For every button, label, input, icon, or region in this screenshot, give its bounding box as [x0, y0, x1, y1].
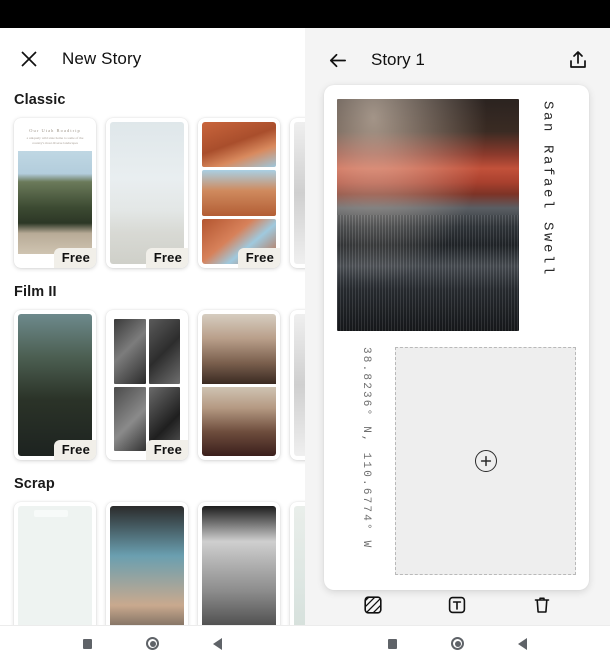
story-top-block: San Rafael Swell: [337, 99, 576, 331]
template-photo: [202, 506, 276, 625]
template-photo: [294, 506, 305, 625]
story-editor-toolbar: [305, 585, 610, 625]
template-picker-header: New Story: [0, 28, 305, 90]
story-editor-header: Story 1: [305, 28, 610, 92]
page-title: New Story: [62, 49, 142, 68]
template-photo: [202, 386, 276, 456]
close-icon[interactable]: [12, 42, 46, 76]
template-header-subtitle: a uniquely wild state home to some of th…: [26, 136, 84, 146]
story-coordinates-wrap: 38.8236° N, 110.6774° W: [337, 347, 395, 575]
template-preview: [294, 506, 305, 625]
trash-icon[interactable]: [525, 588, 559, 622]
template-card-classic-2[interactable]: Free: [106, 118, 188, 268]
template-card-film2-3[interactable]: [198, 310, 280, 460]
free-badge: Free: [145, 440, 188, 460]
story-photo[interactable]: [337, 99, 519, 331]
recents-square-icon[interactable]: [388, 638, 397, 649]
template-picker-panel: New Story Classic Our Utah Roadtrip a un…: [0, 28, 305, 625]
free-badge: Free: [145, 248, 188, 268]
recents-square-icon[interactable]: [83, 638, 92, 649]
back-triangle-icon[interactable]: [213, 637, 222, 650]
story-place-label-wrap: San Rafael Swell: [519, 99, 576, 331]
template-preview: [110, 122, 184, 264]
template-card-film2-1[interactable]: Free: [14, 310, 96, 460]
template-preview: [202, 506, 276, 625]
section-classic: Classic Our Utah Roadtrip a uniquely wil…: [0, 92, 305, 282]
template-card-scrap-3[interactable]: [198, 502, 280, 625]
story-coordinates[interactable]: 38.8236° N, 110.6774° W: [360, 347, 372, 575]
upload-icon[interactable]: [562, 44, 594, 76]
template-card-scrap-1[interactable]: [14, 502, 96, 625]
template-row-classic[interactable]: Our Utah Roadtrip a uniquely wild state …: [0, 118, 305, 282]
free-badge: Free: [237, 248, 280, 268]
story-canvas-card[interactable]: San Rafael Swell 38.8236° N, 110.6774° W: [324, 85, 589, 590]
template-collage: [110, 314, 184, 456]
template-collage: [202, 122, 276, 264]
story-place-label[interactable]: San Rafael Swell: [540, 101, 556, 277]
android-nav-bars: [0, 625, 610, 661]
template-photo: [294, 314, 305, 456]
screenshot-root: New Story Classic Our Utah Roadtrip a un…: [0, 0, 610, 661]
arrow-left-icon[interactable]: [321, 44, 353, 76]
template-card-scrap-2[interactable]: [106, 502, 188, 625]
free-badge: Free: [53, 440, 96, 460]
template-preview: [18, 314, 92, 456]
story-bottom-block: 38.8236° N, 110.6774° W: [337, 347, 576, 575]
template-preview: [110, 506, 184, 625]
template-photo: [114, 319, 146, 384]
template-card-scrap-4[interactable]: [290, 502, 305, 625]
template-photo: [110, 122, 184, 264]
add-photo-slot[interactable]: [395, 347, 576, 575]
template-row-scrap[interactable]: [0, 502, 305, 625]
template-preview: [202, 122, 276, 264]
back-triangle-icon[interactable]: [518, 637, 527, 650]
template-photo: [202, 170, 276, 216]
template-photo: [202, 122, 276, 168]
template-preview: [110, 314, 184, 456]
hatched-square-icon[interactable]: [356, 588, 390, 622]
template-preview: [202, 314, 276, 456]
template-photo: [18, 314, 92, 456]
template-header-title: Our Utah Roadtrip: [29, 128, 81, 133]
template-photo: [18, 151, 92, 255]
template-photo: [114, 386, 146, 451]
template-card-film2-4[interactable]: [290, 310, 305, 460]
nav-bar-right: [305, 626, 610, 661]
template-card-classic-3[interactable]: Free: [198, 118, 280, 268]
free-badge: Free: [53, 248, 96, 268]
template-preview: [294, 314, 305, 456]
template-row-film-ii[interactable]: Free Free: [0, 310, 305, 474]
section-title-scrap: Scrap: [14, 476, 55, 492]
paper-tab: [34, 510, 69, 517]
template-card-film2-2[interactable]: Free: [106, 310, 188, 460]
template-preview: [18, 506, 92, 625]
template-preview: Our Utah Roadtrip a uniquely wild state …: [18, 122, 92, 264]
template-header-text: Our Utah Roadtrip a uniquely wild state …: [18, 122, 92, 146]
story-title: Story 1: [371, 50, 425, 69]
template-photo: [148, 319, 180, 384]
status-bar-strip: [0, 0, 610, 28]
nav-bar-left: [0, 626, 305, 661]
text-box-icon[interactable]: [440, 588, 474, 622]
section-title-classic: Classic: [14, 92, 66, 108]
template-preview: [294, 122, 305, 264]
section-scrap: Scrap: [0, 476, 305, 625]
home-circle-icon[interactable]: [146, 637, 159, 650]
template-photo: [18, 506, 92, 625]
template-card-classic-4[interactable]: [290, 118, 305, 268]
template-card-classic-1[interactable]: Our Utah Roadtrip a uniquely wild state …: [14, 118, 96, 268]
template-photo: [294, 122, 305, 264]
home-circle-icon[interactable]: [451, 637, 464, 650]
template-photo: [202, 314, 276, 384]
section-film-ii: Film II Free Free: [0, 284, 305, 474]
plus-circle-icon[interactable]: [474, 450, 497, 472]
story-editor-panel: Story 1 San Rafael Swell 38.8236° N, 110…: [305, 28, 610, 625]
template-photo: [110, 506, 184, 625]
template-collage: [202, 314, 276, 456]
section-title-film-ii: Film II: [14, 284, 57, 300]
